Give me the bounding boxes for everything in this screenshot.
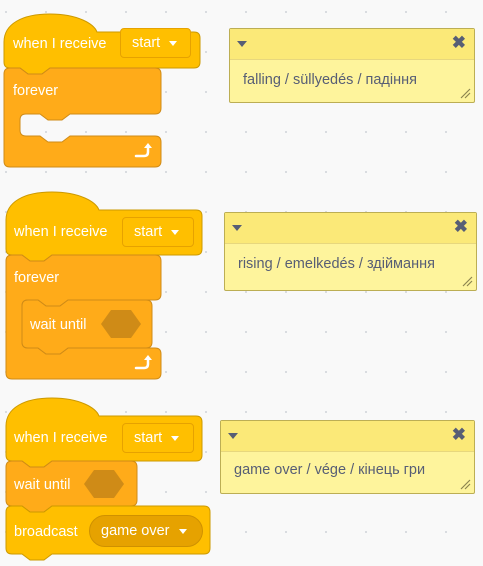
dropdown-caret-icon bbox=[178, 528, 187, 534]
collapse-comment-icon[interactable] bbox=[228, 433, 238, 439]
broadcast-label: broadcast bbox=[14, 524, 78, 540]
comment-text[interactable]: game over / vége / кінець гри bbox=[234, 461, 425, 479]
comment-header[interactable]: ✖ bbox=[221, 421, 474, 452]
resize-handle-icon[interactable] bbox=[460, 479, 471, 490]
comment-note[interactable]: ✖ game over / vége / кінець гри bbox=[220, 420, 475, 494]
close-icon[interactable]: ✖ bbox=[452, 425, 466, 445]
broadcast-message-dropdown[interactable]: game over bbox=[89, 515, 203, 547]
broadcast-dropdown-value: game over bbox=[101, 523, 170, 539]
